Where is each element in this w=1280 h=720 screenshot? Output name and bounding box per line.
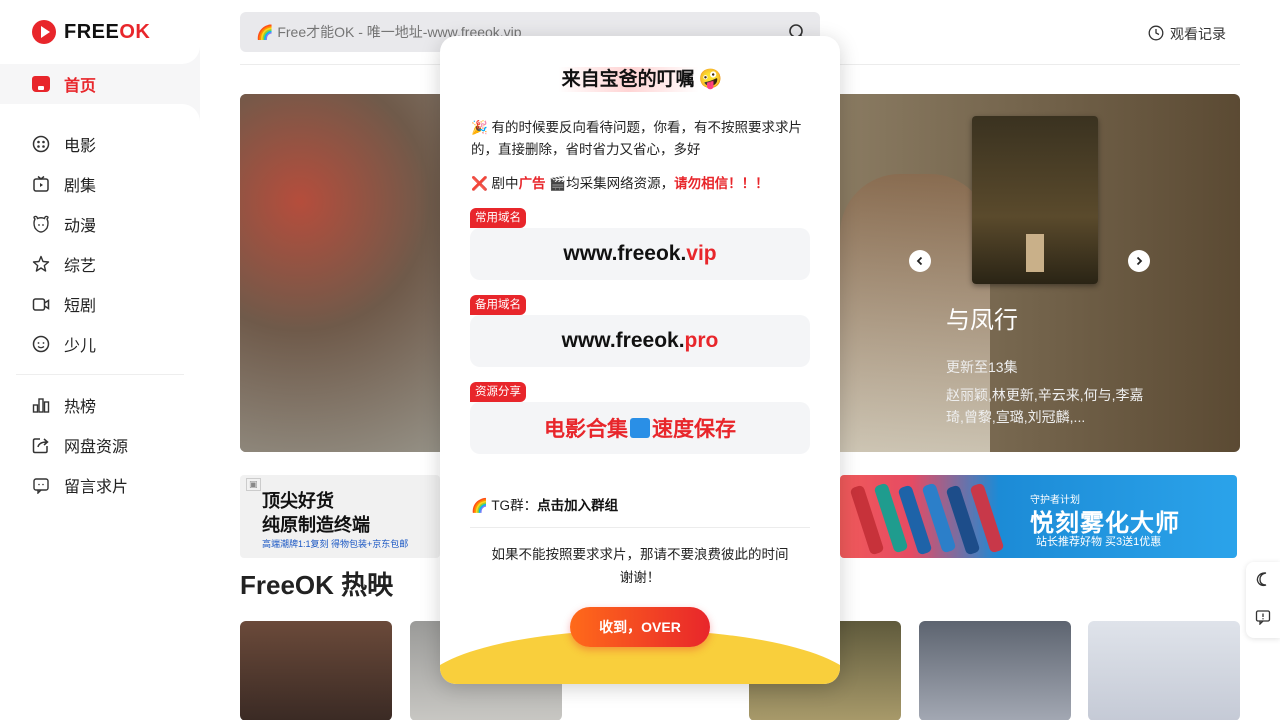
banner-title[interactable]: 与凤行 (946, 300, 1018, 335)
ad-banner-right[interactable]: 守护者计划 悦刻雾化大师 站长推荐好物 买3送1优惠 (840, 475, 1237, 558)
sidebar-divider (16, 374, 184, 375)
ad-banner-left[interactable]: ▣ 顶尖好货 纯原制造终端 高端潮牌1:1复刻 得物包装+京东包邮 (240, 475, 440, 558)
sidebar-item-label: 首页 (64, 78, 97, 95)
sidebar-nav: 电影 剧集 动漫 综艺 短剧 少儿 热榜 网盘资源 留言求片 (0, 104, 200, 720)
ad-right-caption: 站长推荐好物 买3送1优惠 (1036, 536, 1162, 548)
dark-mode-toggle[interactable] (1246, 562, 1280, 600)
watch-history-label: 观看记录 (1170, 26, 1226, 42)
floating-toolbar (1246, 562, 1280, 638)
sidebar: FREEOK 首页 电影 剧集 动漫 综艺 短剧 少儿 热榜 网盘资源 留言求片 (0, 0, 200, 720)
notice-modal: 来自宝爸的叮嘱 🤪 🎉 有的时候要反向看待问题，你看，有不按照要求求片的，直接删除… (440, 36, 840, 684)
sidebar-item-label: 电影 (64, 138, 97, 155)
sidebar-item-label: 短剧 (64, 298, 97, 315)
domain-tag-backup: 备用域名 (470, 295, 526, 315)
logo-area: FREEOK (0, 0, 200, 64)
feedback-button[interactable] (1246, 600, 1280, 638)
domain-box-backup[interactable]: www.freeok. pro (470, 315, 810, 367)
carousel-prev-button[interactable] (909, 250, 931, 272)
play-logo-icon (32, 20, 56, 44)
share-icon (32, 436, 50, 454)
modal-title: 来自宝爸的叮嘱 🤪 (440, 64, 840, 92)
sidebar-item-label: 热榜 (64, 399, 97, 416)
sidebar-item-label: 留言求片 (64, 479, 129, 496)
ad-left-headline: 顶尖好货 (262, 491, 334, 511)
bear-icon (32, 215, 50, 233)
camera-icon (32, 295, 50, 313)
section-title: FreeOK 热映 (240, 570, 394, 600)
poster-seal (1026, 234, 1044, 272)
film-reel-icon (32, 135, 50, 153)
carousel-next-button[interactable] (1128, 250, 1150, 272)
modal-note: 如果不能按照要求求片，那请不要浪费彼此的时间 谢谢！ (491, 547, 789, 585)
star-icon (32, 255, 50, 273)
logo-text: FREEOK (64, 20, 151, 43)
sidebar-item-cloud[interactable]: 网盘资源 (0, 425, 200, 465)
tg-join-link[interactable]: 点击加入群组 (537, 498, 618, 513)
sidebar-item-hot[interactable]: 热榜 (0, 385, 200, 425)
home-icon (32, 76, 50, 92)
modal-paragraph-1: 🎉 有的时候要反向看待问题，你看，有不按照要求求片的，直接删除，省时省力又省心，… (471, 120, 803, 157)
moon-icon (1255, 571, 1271, 592)
sidebar-item-label: 动漫 (64, 218, 97, 235)
save-icon (630, 418, 650, 438)
sidebar-item-kids[interactable]: 少儿 (0, 324, 200, 364)
sidebar-item-shorts[interactable]: 短剧 (0, 284, 200, 324)
sidebar-item-anime[interactable]: 动漫 (0, 204, 200, 244)
sidebar-item-request[interactable]: 留言求片 (0, 465, 200, 505)
ad-left-caption: 高端潮牌1:1复刻 得物包装+京东包邮 (262, 539, 409, 549)
ad-left-subhead: 纯原制造终端 (262, 515, 370, 535)
logo[interactable]: FREEOK (32, 20, 150, 44)
banner-poster[interactable] (972, 116, 1098, 284)
ad-product-image (849, 481, 1020, 557)
domain-tag-primary: 常用域名 (470, 208, 526, 228)
modal-divider (470, 527, 810, 528)
banner-artwork (240, 94, 440, 452)
feedback-icon (1255, 609, 1271, 630)
watch-history-link[interactable]: 观看记录 (1148, 24, 1226, 44)
sidebar-item-variety[interactable]: 综艺 (0, 244, 200, 284)
tv-icon (32, 175, 50, 193)
smile-icon (32, 335, 50, 353)
clock-icon (1148, 25, 1164, 44)
sidebar-item-home[interactable]: 首页 (0, 64, 200, 104)
banner-cast: 赵丽颖,林更新,辛云来,何与,李嘉琦,曾黎,宣璐,刘冠麟,... (946, 387, 1144, 425)
resource-share-box[interactable]: 电影合集 速度保存 (470, 402, 810, 454)
confirm-button[interactable]: 收到，OVER (570, 607, 710, 647)
domain-text-primary[interactable]: www.freeok. vip (470, 228, 810, 280)
sidebar-item-label: 网盘资源 (64, 439, 129, 456)
sidebar-item-series[interactable]: 剧集 (0, 164, 200, 204)
domain-box-primary[interactable]: www.freeok. vip (470, 228, 810, 280)
resource-share-link[interactable]: 电影合集 速度保存 (470, 402, 810, 454)
sidebar-item-label: 剧集 (64, 178, 97, 195)
message-icon (32, 476, 50, 494)
movie-card[interactable] (919, 621, 1071, 720)
sidebar-item-label: 少儿 (64, 338, 97, 355)
share-tag: 资源分享 (470, 382, 526, 402)
sidebar-item-movies[interactable]: 电影 (0, 124, 200, 164)
modal-ad-warning: ❌ 剧中广告 🎬均采集网络资源，请勿相信！！！ (471, 176, 769, 191)
chart-icon (32, 396, 50, 414)
tg-group-row: 🌈 TG群：点击加入群组 (471, 498, 619, 513)
ad-badge: ▣ (246, 478, 261, 491)
domain-text-backup[interactable]: www.freeok. pro (470, 315, 810, 367)
sidebar-item-label: 综艺 (64, 258, 97, 275)
movie-card[interactable] (240, 621, 392, 720)
banner-update-status: 更新至13集 (946, 359, 1018, 375)
movie-card[interactable] (1088, 621, 1240, 720)
